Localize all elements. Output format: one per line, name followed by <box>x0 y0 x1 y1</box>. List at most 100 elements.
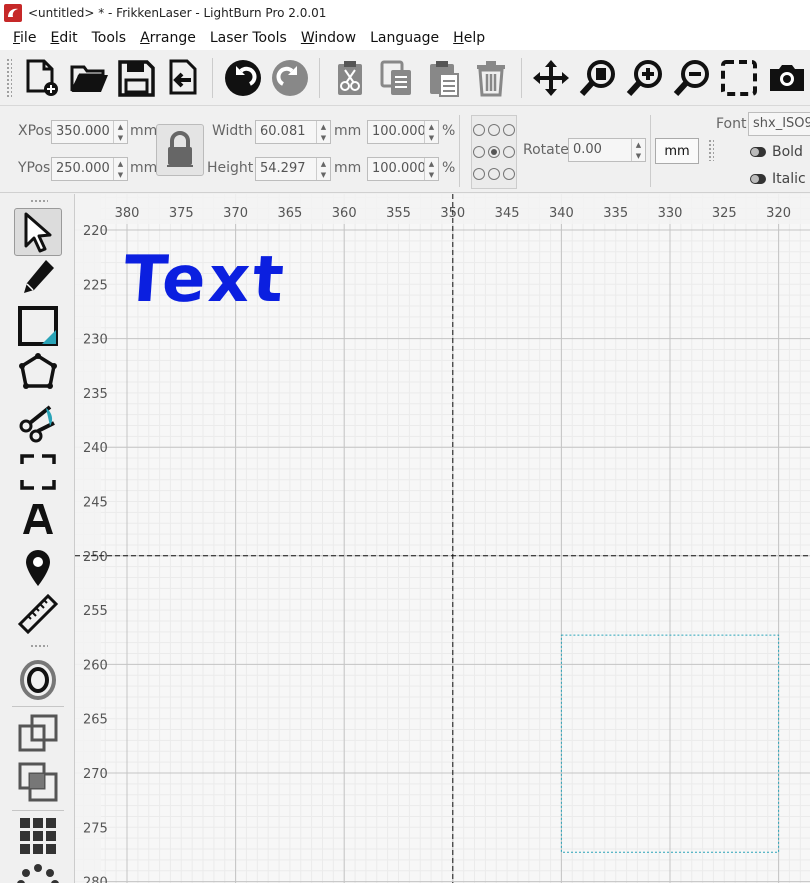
menu-tools[interactable]: Tools <box>85 30 134 46</box>
toolbox-grip[interactable] <box>30 199 48 203</box>
ruler-y-label: 265 <box>83 713 108 728</box>
ypos-value: 250.000 <box>56 161 110 176</box>
property-grip[interactable] <box>708 139 714 161</box>
select-tool[interactable] <box>14 208 62 256</box>
rectangle-tool[interactable] <box>14 302 62 350</box>
cut-shapes-tool[interactable] <box>14 398 62 446</box>
origin-middle-right[interactable] <box>503 146 515 158</box>
radial-array-tool[interactable] <box>14 862 62 883</box>
paste-button[interactable] <box>420 53 467 103</box>
origin-bottom-center[interactable] <box>488 168 500 180</box>
redo-icon <box>271 59 308 96</box>
move-button[interactable] <box>528 53 575 103</box>
xpos-input[interactable]: 350.000 ▲ ▼ <box>51 120 128 144</box>
draw-lines-tool[interactable] <box>14 254 62 302</box>
text-object[interactable]: Text <box>121 243 289 317</box>
cut-button[interactable] <box>326 53 373 103</box>
italic-toggle[interactable] <box>750 174 766 184</box>
tools-toolbar <box>0 194 75 883</box>
menu-arrange[interactable]: Arrange <box>133 30 203 46</box>
origin-center[interactable] <box>488 146 500 158</box>
lock-aspect-button[interactable] <box>156 124 204 176</box>
xpos-spinner[interactable]: ▲ ▼ <box>113 121 127 143</box>
origin-top-center[interactable] <box>488 124 500 136</box>
menu-language[interactable]: Language <box>363 30 446 46</box>
height-percent-input[interactable]: 100.000 ▲ ▼ <box>367 157 439 181</box>
height-spinner[interactable]: ▲ ▼ <box>316 158 330 180</box>
bold-toggle[interactable] <box>750 147 766 157</box>
pencil-icon <box>24 260 54 293</box>
text-tool[interactable] <box>14 496 62 544</box>
ruler-x-label: 370 <box>223 206 248 221</box>
menu-window[interactable]: Window <box>294 30 363 46</box>
polygon-tool[interactable] <box>14 350 62 398</box>
menu-file[interactable]: File <box>0 30 43 46</box>
import-button[interactable] <box>159 53 206 103</box>
open-folder-icon <box>70 65 108 92</box>
grid-array-tool[interactable] <box>14 812 62 860</box>
zoom-in-icon <box>627 59 663 96</box>
toolbox-grip[interactable] <box>30 644 48 648</box>
width-input[interactable]: 60.081 ▲ ▼ <box>255 120 331 144</box>
ruler-y-label: 275 <box>83 821 108 836</box>
offset-shapes-tool[interactable] <box>14 656 62 704</box>
undo-button[interactable] <box>219 53 266 103</box>
weld-shapes-tool[interactable] <box>14 710 62 758</box>
camera-button[interactable] <box>763 53 810 103</box>
width-unit: mm <box>334 123 362 139</box>
redo-button[interactable] <box>266 53 313 103</box>
position-laser-tool[interactable] <box>14 544 62 592</box>
height-percent-value: 100.000 <box>372 161 426 176</box>
copy-button[interactable] <box>373 53 420 103</box>
xpos-value: 350.000 <box>56 124 110 139</box>
width-label: Width <box>212 123 253 139</box>
height-percent-spinner[interactable]: ▲ ▼ <box>424 158 438 180</box>
menu-laser-tools[interactable]: Laser Tools <box>203 30 294 46</box>
origin-middle-left[interactable] <box>473 146 485 158</box>
design-canvas[interactable]: 380 375 370 365 360 355 350 345 340 335 330 325 320 2… <box>75 194 810 883</box>
rotate-input[interactable]: 0.00 ▲ ▼ <box>568 138 646 162</box>
numeric-edits-toolbar: XPos 350.000 ▲ ▼ mm YPos 250.000 ▲ ▼ mm Widt… <box>0 107 810 193</box>
width-spinner[interactable]: ▲ ▼ <box>316 121 330 143</box>
origin-top-right[interactable] <box>503 124 515 136</box>
frame-selection-tool[interactable] <box>14 448 62 496</box>
new-file-button[interactable] <box>18 53 65 103</box>
ypos-input[interactable]: 250.000 ▲ ▼ <box>51 157 128 181</box>
move-icon <box>533 59 570 96</box>
rotate-spinner[interactable]: ▲ ▼ <box>631 139 645 161</box>
units-toggle-button[interactable]: mm <box>655 138 699 164</box>
toolbox-separator <box>12 706 64 707</box>
frame-button[interactable] <box>716 53 763 103</box>
width-percent-value: 100.000 <box>372 124 426 139</box>
width-percent-input[interactable]: 100.000 ▲ ▼ <box>367 120 439 144</box>
bold-label: Bold <box>772 144 803 160</box>
zoom-in-button[interactable] <box>622 53 669 103</box>
ypos-label: YPos <box>18 160 51 176</box>
cut-shapes-icon <box>19 405 55 443</box>
menu-edit[interactable]: Edit <box>43 30 84 46</box>
height-input[interactable]: 54.297 ▲ ▼ <box>255 157 331 181</box>
origin-bottom-left[interactable] <box>473 168 485 180</box>
offset-icon <box>20 660 56 700</box>
height-unit: mm <box>334 160 362 176</box>
toolbar-separator <box>319 57 321 98</box>
toolbar-grip[interactable] <box>6 57 12 98</box>
origin-bottom-right[interactable] <box>503 168 515 180</box>
ruler-x-label: 380 <box>115 206 140 221</box>
boolean-union-tool[interactable] <box>14 758 62 806</box>
font-select[interactable]: shx_ISO9 <box>748 112 810 136</box>
width-percent-spinner[interactable]: ▲ ▼ <box>424 121 438 143</box>
xpos-label: XPos <box>18 123 52 139</box>
measure-tool[interactable] <box>14 590 62 638</box>
zoom-to-selection-button[interactable] <box>575 53 622 103</box>
ruler-y-label: 230 <box>83 333 108 348</box>
origin-top-left[interactable] <box>473 124 485 136</box>
open-button[interactable] <box>65 53 112 103</box>
delete-button[interactable] <box>468 53 515 103</box>
menu-help[interactable]: Help <box>446 30 492 46</box>
save-button[interactable] <box>112 53 159 103</box>
zoom-out-button[interactable] <box>669 53 716 103</box>
weld-icon <box>18 714 58 752</box>
ruler-x-label: 335 <box>603 206 628 221</box>
ypos-spinner[interactable]: ▲ ▼ <box>113 158 127 180</box>
